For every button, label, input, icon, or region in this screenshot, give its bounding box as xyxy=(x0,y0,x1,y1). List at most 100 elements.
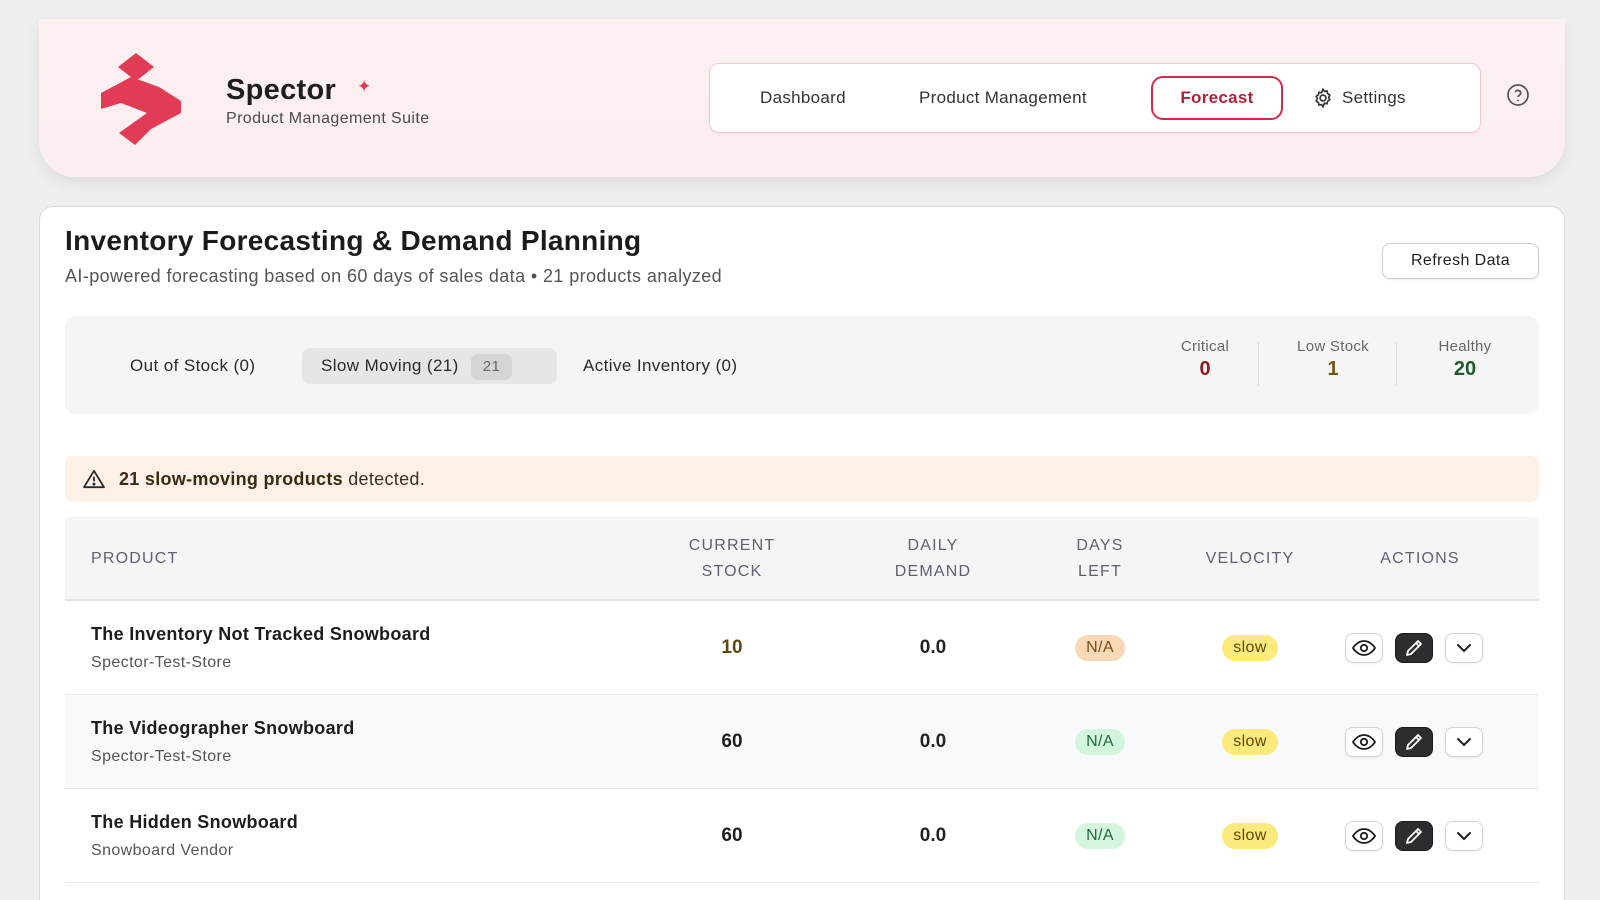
alert-text: 21 slow-moving products detected. xyxy=(119,469,425,490)
view-button[interactable] xyxy=(1345,821,1383,851)
table-row[interactable]: The Inventory Not Tracked Snowboard Spec… xyxy=(65,601,1539,695)
chevron-down-icon xyxy=(1457,738,1471,747)
slow-moving-alert: 21 slow-moving products detected. xyxy=(65,456,1539,502)
daily-demand: 0.0 xyxy=(919,637,947,658)
gear-icon xyxy=(1315,87,1331,109)
tab-out-of-stock[interactable]: Out of Stock (0) xyxy=(130,348,255,384)
stat-critical: Critical 0 xyxy=(1165,338,1245,381)
tab-count-badge: 21 xyxy=(470,354,513,380)
alert-bold-text: 21 slow-moving products xyxy=(119,468,343,489)
tab-slow-moving-label: Slow Moving (21) xyxy=(321,356,459,375)
column-header-daily-demand[interactable]: DAILY DEMAND xyxy=(858,517,1008,601)
daily-demand: 0.0 xyxy=(919,825,947,846)
stat-low-stock: Low Stock 1 xyxy=(1283,338,1383,381)
product-cell: The Hidden Snowboard Snowboard Vendor xyxy=(91,789,298,883)
days-left-cell: N/A xyxy=(1050,601,1150,695)
forecast-card: Inventory Forecasting & Demand Planning … xyxy=(39,206,1565,900)
table-row[interactable]: The Videographer Snowboard Spector-Test-… xyxy=(65,695,1539,789)
stat-low-stock-label: Low Stock xyxy=(1297,338,1369,355)
stat-divider xyxy=(1258,342,1259,386)
product-cell: The Videographer Snowboard Spector-Test-… xyxy=(91,695,355,789)
product-name[interactable]: The Videographer Snowboard xyxy=(91,718,355,739)
column-header-line: STOCK xyxy=(701,563,763,580)
nav-product-management[interactable]: Product Management xyxy=(919,76,1087,120)
expand-row-button[interactable] xyxy=(1445,821,1483,851)
stat-healthy-value: 20 xyxy=(1453,358,1477,380)
tab-slow-moving[interactable]: Slow Moving (21) 21 xyxy=(302,348,557,384)
actions-cell xyxy=(1345,601,1505,695)
column-header-days-left[interactable]: DAYS LEFT xyxy=(1050,517,1150,601)
expand-row-button[interactable] xyxy=(1445,727,1483,757)
velocity-badge: slow xyxy=(1222,635,1278,661)
help-icon[interactable] xyxy=(1506,83,1530,107)
main-nav: Dashboard Product Management Forecast Se… xyxy=(709,63,1481,133)
forecast-table: PRODUCT CURRENT STOCK DAILY DEMAND DAYS LEF… xyxy=(65,517,1539,883)
stat-critical-value: 0 xyxy=(1199,358,1211,380)
column-header-product[interactable]: PRODUCT xyxy=(91,517,179,601)
view-button[interactable] xyxy=(1345,633,1383,663)
sparkle-icon: ✦ xyxy=(357,77,372,96)
current-stock: 10 xyxy=(721,637,743,658)
stat-divider xyxy=(1396,342,1397,386)
daily-demand: 0.0 xyxy=(919,731,947,752)
view-button[interactable] xyxy=(1345,727,1383,757)
edit-button[interactable] xyxy=(1395,727,1433,757)
product-name[interactable]: The Hidden Snowboard xyxy=(91,812,298,833)
nav-settings-label: Settings xyxy=(1342,88,1406,107)
nav-settings[interactable]: Settings xyxy=(1312,76,1406,120)
column-header-line: LEFT xyxy=(1078,563,1122,580)
column-header-line: DAYS xyxy=(1076,537,1124,554)
days-left-badge: N/A xyxy=(1075,635,1125,661)
actions-cell xyxy=(1345,695,1505,789)
inventory-tabs-panel: Out of Stock (0) Slow Moving (21) 21 Acti… xyxy=(65,316,1539,414)
eye-icon xyxy=(1352,640,1376,656)
refresh-data-button[interactable]: Refresh Data xyxy=(1382,243,1539,279)
chevron-down-icon xyxy=(1457,832,1471,841)
chevron-down-icon xyxy=(1457,644,1471,653)
nav-dashboard[interactable]: Dashboard xyxy=(760,76,846,120)
eye-icon xyxy=(1352,734,1376,750)
velocity-badge: slow xyxy=(1222,729,1278,755)
product-vendor: Spector-Test-Store xyxy=(91,748,232,765)
product-name[interactable]: The Inventory Not Tracked Snowboard xyxy=(91,624,431,645)
nav-forecast[interactable]: Forecast xyxy=(1151,76,1283,120)
column-header-current-stock[interactable]: CURRENT STOCK xyxy=(657,517,807,601)
spector-logo-icon xyxy=(101,53,181,145)
brand-subtitle: Product Management Suite xyxy=(226,110,430,127)
product-cell: The Inventory Not Tracked Snowboard Spec… xyxy=(91,601,431,695)
current-stock: 60 xyxy=(721,731,743,752)
warning-triangle-icon xyxy=(83,469,105,489)
column-header-actions: ACTIONS xyxy=(1380,550,1460,567)
column-header-velocity[interactable]: VELOCITY xyxy=(1175,517,1325,601)
table-header: PRODUCT CURRENT STOCK DAILY DEMAND DAYS LEF… xyxy=(65,517,1539,601)
velocity-badge: slow xyxy=(1222,823,1278,849)
actions-cell xyxy=(1345,789,1505,883)
page-subtitle: AI-powered forecasting based on 60 days … xyxy=(65,266,723,286)
current-stock: 60 xyxy=(721,825,743,846)
eye-icon xyxy=(1352,828,1376,844)
days-left-badge: N/A xyxy=(1075,729,1125,755)
stat-critical-label: Critical xyxy=(1180,338,1230,355)
pencil-icon xyxy=(1406,640,1422,656)
app-header: Spector ✦ Product Management Suite Dashb… xyxy=(39,19,1565,177)
tab-active-inventory[interactable]: Active Inventory (0) xyxy=(583,348,737,384)
product-vendor: Snowboard Vendor xyxy=(91,842,234,859)
page-title: Inventory Forecasting & Demand Planning xyxy=(65,225,642,256)
edit-button[interactable] xyxy=(1395,821,1433,851)
velocity-cell: slow xyxy=(1175,601,1325,695)
alert-rest-text: detected. xyxy=(342,468,425,489)
pencil-icon xyxy=(1406,734,1422,750)
days-left-cell: N/A xyxy=(1050,695,1150,789)
table-row[interactable]: The Hidden Snowboard Snowboard Vendor 60… xyxy=(65,789,1539,883)
edit-button[interactable] xyxy=(1395,633,1433,663)
stat-healthy: Healthy 20 xyxy=(1415,338,1515,381)
velocity-cell: slow xyxy=(1175,695,1325,789)
days-left-badge: N/A xyxy=(1075,823,1125,849)
brand-name: Spector xyxy=(226,74,337,106)
expand-row-button[interactable] xyxy=(1445,633,1483,663)
column-header-line: DEMAND xyxy=(894,563,972,580)
days-left-cell: N/A xyxy=(1050,789,1150,883)
product-vendor: Spector-Test-Store xyxy=(91,654,232,671)
stat-healthy-label: Healthy xyxy=(1438,338,1492,355)
pencil-icon xyxy=(1406,828,1422,844)
